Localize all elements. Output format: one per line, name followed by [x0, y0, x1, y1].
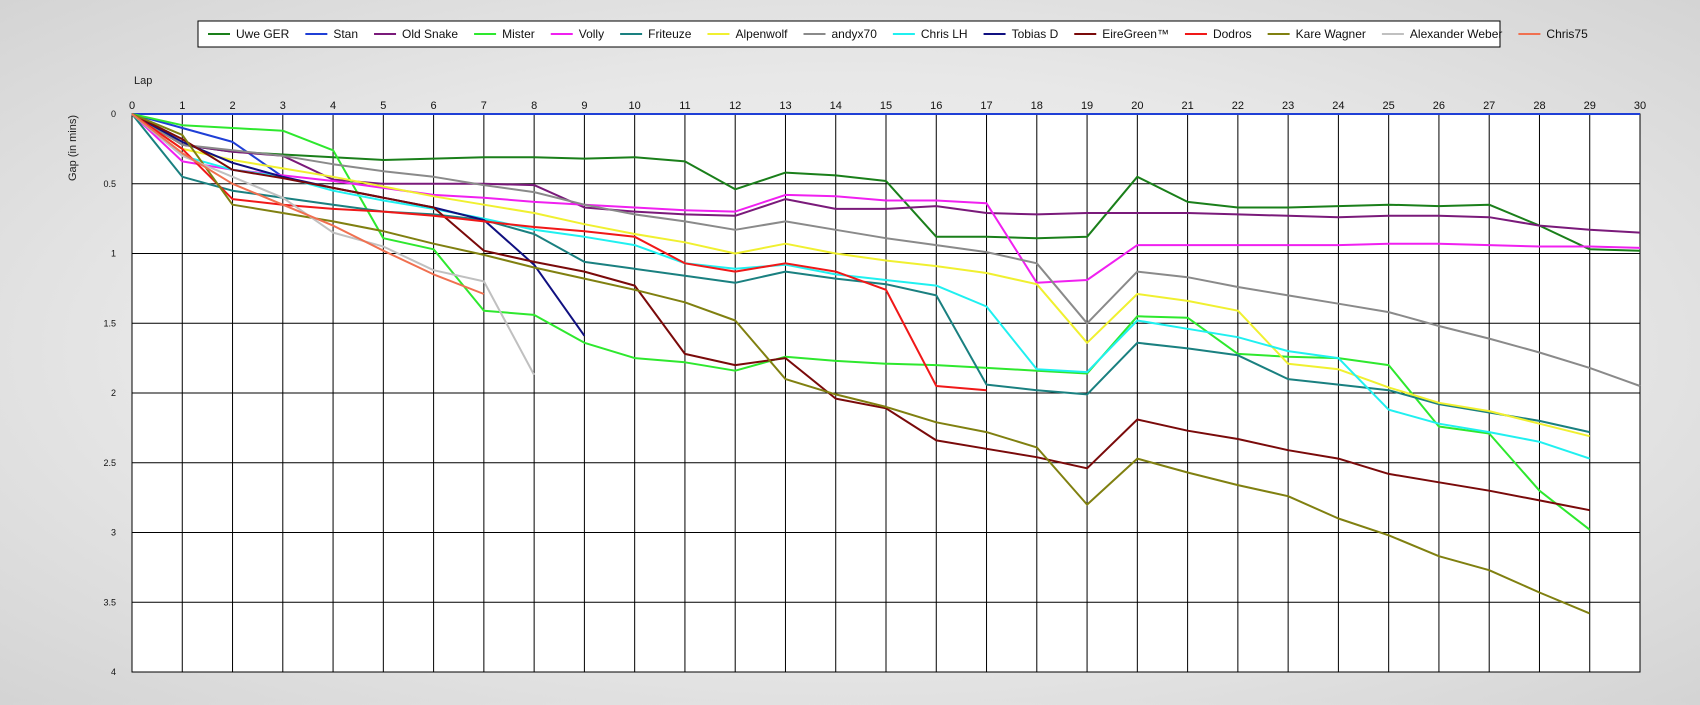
x-tick-label: 10 [629, 100, 641, 112]
x-tick-label: 12 [729, 100, 741, 112]
x-tick-label: 30 [1634, 100, 1646, 112]
x-tick-label: 8 [531, 100, 537, 112]
legend-label: Stan [333, 27, 358, 41]
x-tick-label: 13 [779, 100, 791, 112]
x-tick-label: 5 [380, 100, 386, 112]
legend-label: Chris LH [921, 27, 968, 41]
x-tick-label: 0 [129, 100, 135, 112]
x-tick-label: 18 [1031, 100, 1043, 112]
x-tick-label: 29 [1584, 100, 1596, 112]
y-tick-label: 2.5 [103, 458, 116, 468]
x-tick-label: 2 [229, 100, 235, 112]
y-tick-label: 4 [111, 667, 116, 677]
x-tick-label: 4 [330, 100, 336, 112]
y-tick-label: 3 [111, 528, 116, 538]
x-axis-label: Lap [134, 75, 152, 87]
legend-label: Tobias D [1012, 27, 1059, 41]
legend-label: Chris75 [1546, 27, 1588, 41]
gap-chart: 0 1 2 3 4 5 6 7 8 9 10 11 12 13 14 15 16 17 18 19 20 21 22 23 24… [0, 0, 1700, 700]
x-tick-label: 11 [679, 100, 690, 112]
x-tick-label: 16 [930, 100, 942, 112]
x-tick-label: 3 [280, 100, 286, 112]
x-tick-label: 15 [880, 100, 892, 112]
x-tick-label: 21 [1181, 100, 1193, 112]
gap-chart-svg: 0 1 2 3 4 5 6 7 8 9 10 11 12 13 14 15 16 17 18 19 20 21 22 23 24… [67, 20, 1646, 677]
legend-label: Volly [579, 27, 604, 41]
legend-label: EireGreen™ [1102, 27, 1169, 41]
legend-label: Kare Wagner [1296, 27, 1366, 41]
y-tick-label: 0 [111, 109, 116, 119]
legend-label: Dodros [1213, 27, 1252, 41]
y-tick-label: 1 [111, 249, 116, 259]
x-tick-label: 19 [1081, 100, 1093, 112]
legend-label: Alpenwolf [735, 27, 788, 41]
x-tick-label: 17 [980, 100, 992, 112]
x-tick-label: 6 [431, 100, 437, 112]
x-tick-label: 26 [1433, 100, 1445, 112]
x-tick-label: 7 [481, 100, 487, 112]
legend-label: Mister [502, 27, 535, 41]
legend-label: andyx70 [832, 27, 878, 41]
x-tick-label: 9 [581, 100, 587, 112]
x-tick-label: 25 [1383, 100, 1395, 112]
x-tick-label: 20 [1131, 100, 1143, 112]
y-axis-label: Gap (in mins) [67, 115, 79, 181]
x-tick-label: 1 [179, 100, 185, 112]
legend-label: Alexander Weber [1410, 27, 1503, 41]
x-tick-label: 28 [1533, 100, 1545, 112]
y-tick-label: 0.5 [103, 179, 116, 189]
legend-item-chris75: Chris75 [1518, 27, 1588, 41]
y-tick-label: 2 [111, 388, 116, 398]
y-tick-label: 1.5 [103, 318, 116, 328]
y-tick-label: 3.5 [103, 597, 116, 607]
x-tick-label: 22 [1232, 100, 1244, 112]
x-tick-label: 23 [1282, 100, 1294, 112]
legend-label: Friteuze [648, 27, 692, 41]
legend-label: Old Snake [402, 27, 458, 41]
x-tick-label: 24 [1332, 100, 1344, 112]
x-tick-label: 27 [1483, 100, 1495, 112]
legend-label: Uwe GER [236, 27, 290, 41]
x-tick-label: 14 [830, 100, 842, 112]
